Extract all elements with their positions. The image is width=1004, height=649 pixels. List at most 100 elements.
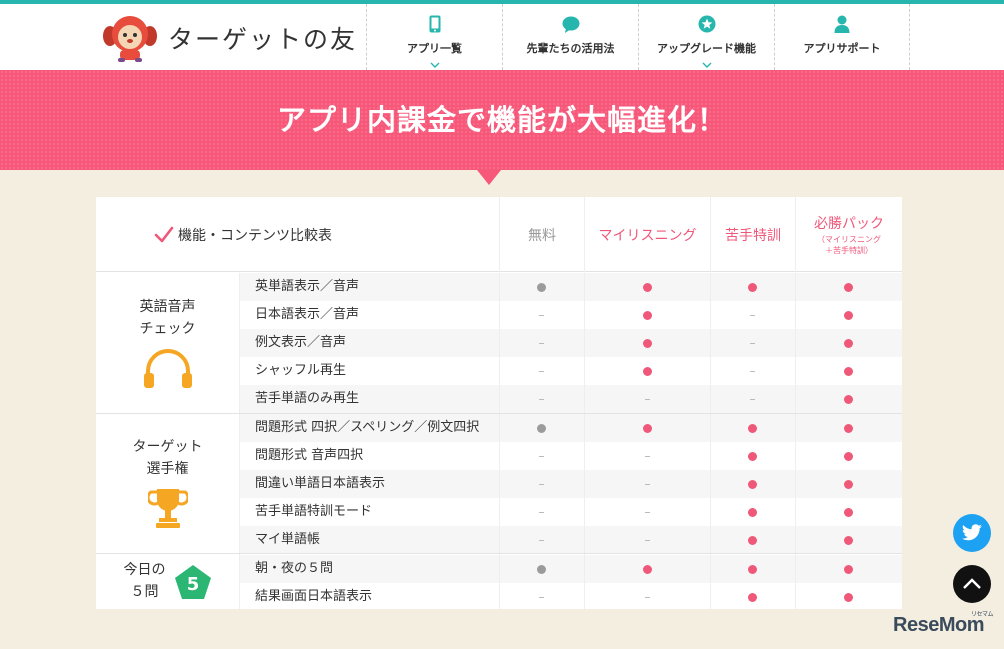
nav-item-app-list[interactable]: アプリ一覧: [366, 4, 502, 70]
unavailable-dash: [750, 370, 755, 372]
availability-cell: [795, 470, 902, 498]
availability-cell: [710, 414, 795, 442]
nav-item-senpai-usage[interactable]: 先輩たちの活用法: [502, 4, 638, 70]
feature-label: シャッフル再生: [255, 363, 347, 378]
feature-label: 問題形式 四択／スペリング／例文四択: [255, 420, 480, 435]
unavailable-dash: [644, 483, 650, 485]
availability-cell: [710, 273, 795, 301]
table-row: 結果画面日本語表示: [240, 583, 902, 611]
availability-cell: [499, 470, 584, 498]
nav-label: アプリ一覧: [407, 42, 462, 55]
site-logo[interactable]: ターゲットの友: [100, 10, 357, 66]
availability-cell: [795, 301, 902, 329]
available-dot: [844, 451, 853, 461]
group-label: 今日の ５問: [123, 561, 166, 600]
table-row: 苦手単語特訓モード: [240, 498, 902, 526]
chevron-down-icon: [702, 62, 711, 68]
person-icon: [832, 14, 852, 34]
feature-label: 日本語表示／音声: [255, 307, 360, 322]
feature-label: 朝・夜の５問: [255, 561, 334, 576]
chevron-up-icon: [963, 578, 981, 589]
availability-cell: [795, 414, 902, 442]
checkmark-icon: [154, 226, 174, 242]
chevron-down-icon: [430, 62, 439, 68]
availability-cell: [710, 526, 795, 554]
mascot-logo-icon: [103, 16, 157, 62]
unavailable-dash: [539, 342, 544, 344]
availability-cell: [710, 498, 795, 526]
unavailable-dash: [539, 455, 544, 457]
availability-cell: [584, 526, 710, 554]
limited-dot: [537, 564, 546, 574]
available-dot: [642, 423, 652, 433]
available-dot: [748, 451, 757, 461]
twitter-share-button[interactable]: [953, 514, 991, 552]
twitter-bird-icon: [961, 524, 982, 541]
availability-cell: [499, 583, 584, 611]
available-dot: [748, 282, 757, 292]
nav-label: アップグレード機能: [657, 42, 756, 55]
nav-item-app-support[interactable]: アプリサポート: [774, 4, 910, 70]
table-row: 間違い単語日本語表示: [240, 470, 902, 498]
feature-label: 間違い単語日本語表示: [255, 476, 386, 491]
availability-cell: [710, 470, 795, 498]
feature-label: 例文表示／音声: [255, 335, 347, 350]
group-target-championship: ターゲット 選手権: [96, 414, 240, 553]
availability-cell: [499, 498, 584, 526]
available-dot: [748, 479, 757, 489]
unavailable-dash: [539, 370, 544, 372]
column-divider: [499, 273, 500, 609]
feature-label: 英単語表示／音声: [255, 279, 360, 294]
column-divider: [710, 273, 711, 609]
unavailable-dash: [750, 342, 755, 344]
table-row: 英単語表示／音声: [240, 273, 902, 301]
comparison-table: 機能・コンテンツ比較表 無料 マイリスニング 苦手特訓 必勝パック （マイリスニ…: [96, 197, 902, 609]
availability-cell: [584, 442, 710, 470]
feature-label: 苦手単語のみ再生: [255, 391, 360, 406]
availability-cell: [795, 385, 902, 413]
unavailable-dash: [644, 398, 650, 400]
plan-name: 無料: [528, 227, 556, 244]
smartphone-icon: [425, 14, 445, 34]
availability-cell: [710, 329, 795, 357]
availability-cell: [710, 555, 795, 583]
feature-header-label: 機能・コンテンツ比較表: [178, 227, 332, 244]
plan-name: 苦手特訓: [725, 227, 781, 244]
availability-cell: [584, 414, 710, 442]
available-dot: [642, 338, 652, 348]
hero-banner: アプリ内課金で機能が大幅進化！: [0, 70, 1004, 170]
available-dot: [642, 282, 652, 292]
logo-text: ターゲットの友: [168, 25, 358, 54]
main-nav: アプリ一覧 先輩たちの活用法 アップグレード機能 アプリサポート: [366, 4, 910, 70]
unavailable-dash: [644, 596, 650, 598]
unavailable-dash: [644, 455, 650, 457]
unavailable-dash: [539, 511, 544, 513]
availability-cell: [584, 555, 710, 583]
plan-header-free: 無料: [499, 197, 584, 272]
back-to-top-button[interactable]: [953, 565, 991, 603]
available-dot: [844, 310, 853, 320]
plan-header-victory-pack: 必勝パック （マイリスニング ＋苦手特訓）: [795, 197, 902, 272]
group-audio-check: 英語音声 チェック: [96, 273, 240, 413]
availability-cell: [499, 385, 584, 413]
svg-text:5: 5: [186, 574, 199, 595]
availability-cell: [795, 329, 902, 357]
available-dot: [844, 535, 853, 545]
nav-item-upgrade[interactable]: アップグレード機能: [638, 4, 774, 70]
feature-label: マイ単語帳: [255, 532, 321, 547]
banner-pointer: [477, 170, 501, 185]
plan-name: マイリスニング: [598, 227, 697, 244]
available-dot: [844, 592, 853, 602]
table-row: 例文表示／音声: [240, 329, 902, 357]
availability-cell: [795, 583, 902, 611]
availability-cell: [795, 273, 902, 301]
unavailable-dash: [539, 539, 544, 541]
available-dot: [748, 592, 757, 602]
availability-cell: [584, 385, 710, 413]
plan-name: 必勝パック: [814, 216, 884, 233]
availability-cell: [499, 555, 584, 583]
group-label: 英語音声 チェック: [139, 299, 196, 337]
star-badge-icon: [697, 14, 717, 34]
availability-cell: [584, 301, 710, 329]
availability-cell: [584, 273, 710, 301]
